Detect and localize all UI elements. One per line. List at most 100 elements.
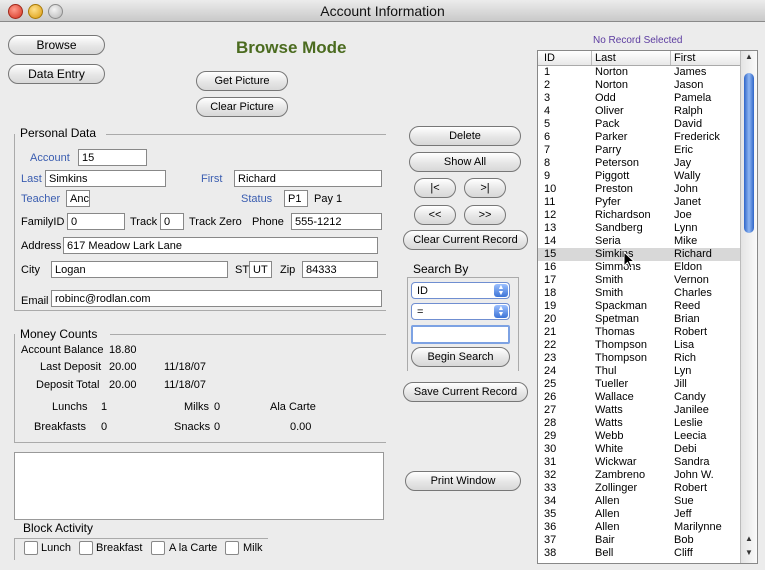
- list-row[interactable]: 35 Allen Jeff: [538, 508, 740, 521]
- get-picture-button[interactable]: Get Picture: [196, 71, 288, 91]
- list-row[interactable]: 8 Peterson Jay: [538, 157, 740, 170]
- list-row[interactable]: 16 Simmons Eldon: [538, 261, 740, 274]
- list-row[interactable]: 18 Smith Charles: [538, 287, 740, 300]
- record-list[interactable]: ID Last First 1 Norton James 2 Norton Jason 3 O…: [537, 50, 758, 564]
- print-window-button[interactable]: Print Window: [405, 471, 521, 491]
- search-operator-select[interactable]: = ▲ ▼: [411, 303, 510, 320]
- cell-id: 36: [544, 521, 557, 533]
- track-label: Track: [130, 216, 158, 228]
- lunch-checkbox[interactable]: [24, 541, 38, 555]
- list-row[interactable]: 4 Oliver Ralph: [538, 105, 740, 118]
- cell-first: Marilynne: [674, 521, 722, 533]
- list-scrollbar[interactable]: ▲ ▲ ▼: [740, 51, 757, 563]
- list-row[interactable]: 20 Spetman Brian: [538, 313, 740, 326]
- address-field[interactable]: 617 Meadow Lark Lane: [63, 237, 378, 254]
- list-row[interactable]: 30 White Debi: [538, 443, 740, 456]
- data-entry-button[interactable]: Data Entry: [8, 64, 105, 84]
- previous-record-button[interactable]: <<: [414, 205, 456, 225]
- account-field[interactable]: 15: [78, 149, 147, 166]
- search-field-select[interactable]: ID ▲ ▼: [411, 282, 510, 299]
- list-row[interactable]: 25 Tueller Jill: [538, 378, 740, 391]
- notes-area[interactable]: [14, 452, 384, 520]
- scroll-thumb[interactable]: [744, 73, 754, 233]
- list-row[interactable]: 21 Thomas Robert: [538, 326, 740, 339]
- breakfast-checkbox-label: Breakfast: [96, 542, 143, 554]
- list-row[interactable]: 15 Simkins Richard: [538, 248, 740, 261]
- delete-button[interactable]: Delete: [409, 126, 521, 146]
- scroll-up-arrow-icon[interactable]: ▲: [745, 534, 753, 543]
- track-field[interactable]: 0: [160, 213, 184, 230]
- cell-first: Jason: [674, 79, 704, 91]
- list-row[interactable]: 2 Norton Jason: [538, 79, 740, 92]
- list-row[interactable]: 9 Piggott Wally: [538, 170, 740, 183]
- column-header-first[interactable]: First: [674, 52, 695, 64]
- list-row[interactable]: 34 Allen Sue: [538, 495, 740, 508]
- email-field[interactable]: robinc@rodlan.com: [51, 290, 382, 307]
- breakfast-checkbox[interactable]: [79, 541, 93, 555]
- cell-id: 14: [544, 235, 557, 247]
- list-row[interactable]: 33 Zollinger Robert: [538, 482, 740, 495]
- save-current-record-button[interactable]: Save Current Record: [403, 382, 528, 402]
- list-row[interactable]: 22 Thompson Lisa: [538, 339, 740, 352]
- show-all-button[interactable]: Show All: [409, 152, 521, 172]
- list-row[interactable]: 37 Bair Bob: [538, 534, 740, 547]
- cell-first: Candy: [674, 391, 706, 403]
- list-row[interactable]: 38 Bell Cliff: [538, 547, 740, 560]
- cell-first: Sue: [674, 495, 694, 507]
- list-row[interactable]: 10 Preston John: [538, 183, 740, 196]
- status-field[interactable]: P1: [284, 190, 308, 207]
- familyid-field[interactable]: 0: [67, 213, 125, 230]
- browse-button[interactable]: Browse: [8, 35, 105, 55]
- first-record-button[interactable]: |<: [414, 178, 456, 198]
- scroll-up-arrow-icon[interactable]: ▲: [745, 52, 753, 61]
- list-row[interactable]: 17 Smith Vernon: [538, 274, 740, 287]
- column-header-id[interactable]: ID: [544, 52, 555, 64]
- list-row[interactable]: 31 Wickwar Sandra: [538, 456, 740, 469]
- ala-carte-checkbox[interactable]: [151, 541, 165, 555]
- list-row[interactable]: 6 Parker Frederick: [538, 131, 740, 144]
- next-record-button[interactable]: >>: [464, 205, 506, 225]
- list-row[interactable]: 29 Webb Leecia: [538, 430, 740, 443]
- state-label: ST: [235, 264, 250, 276]
- snacks-label: Snacks: [174, 421, 211, 433]
- list-row[interactable]: 3 Odd Pamela: [538, 92, 740, 105]
- cell-id: 38: [544, 547, 557, 559]
- column-header-last[interactable]: Last: [595, 52, 616, 64]
- divider: [407, 277, 519, 278]
- clear-picture-button[interactable]: Clear Picture: [196, 97, 288, 117]
- list-row[interactable]: 14 Seria Mike: [538, 235, 740, 248]
- list-row[interactable]: 32 Zambreno John W.: [538, 469, 740, 482]
- cell-last: Oliver: [595, 105, 624, 117]
- list-row[interactable]: 24 Thul Lyn: [538, 365, 740, 378]
- zip-field[interactable]: 84333: [302, 261, 378, 278]
- list-row[interactable]: 28 Watts Leslie: [538, 417, 740, 430]
- begin-search-button[interactable]: Begin Search: [411, 347, 510, 367]
- list-row[interactable]: 12 Richardson Joe: [538, 209, 740, 222]
- teacher-field[interactable]: Anc: [66, 190, 90, 207]
- last-name-label: Last: [21, 173, 42, 185]
- list-row[interactable]: 1 Norton James: [538, 66, 740, 79]
- list-row[interactable]: 13 Sandberg Lynn: [538, 222, 740, 235]
- list-row[interactable]: 19 Spackman Reed: [538, 300, 740, 313]
- list-row[interactable]: 11 Pyfer Janet: [538, 196, 740, 209]
- last-record-button[interactable]: >|: [464, 178, 506, 198]
- scroll-down-arrow-icon[interactable]: ▼: [745, 548, 753, 557]
- milk-checkbox[interactable]: [225, 541, 239, 555]
- list-row[interactable]: 7 Parry Eric: [538, 144, 740, 157]
- cell-last: Bair: [595, 534, 615, 546]
- list-row[interactable]: 23 Thompson Rich: [538, 352, 740, 365]
- state-field[interactable]: UT: [249, 261, 272, 278]
- last-name-field[interactable]: Simkins: [45, 170, 166, 187]
- clear-current-record-button[interactable]: Clear Current Record: [403, 230, 528, 250]
- search-value-input[interactable]: [411, 325, 510, 344]
- list-row[interactable]: 36 Allen Marilynne: [538, 521, 740, 534]
- search-field-value: ID: [417, 285, 428, 297]
- phone-field[interactable]: 555-1212: [291, 213, 382, 230]
- list-row[interactable]: 26 Wallace Candy: [538, 391, 740, 404]
- city-field[interactable]: Logan: [51, 261, 228, 278]
- list-row[interactable]: 27 Watts Janilee: [538, 404, 740, 417]
- cell-last: Thompson: [595, 352, 647, 364]
- first-name-field[interactable]: Richard: [234, 170, 382, 187]
- cell-id: 22: [544, 339, 557, 351]
- list-row[interactable]: 5 Pack David: [538, 118, 740, 131]
